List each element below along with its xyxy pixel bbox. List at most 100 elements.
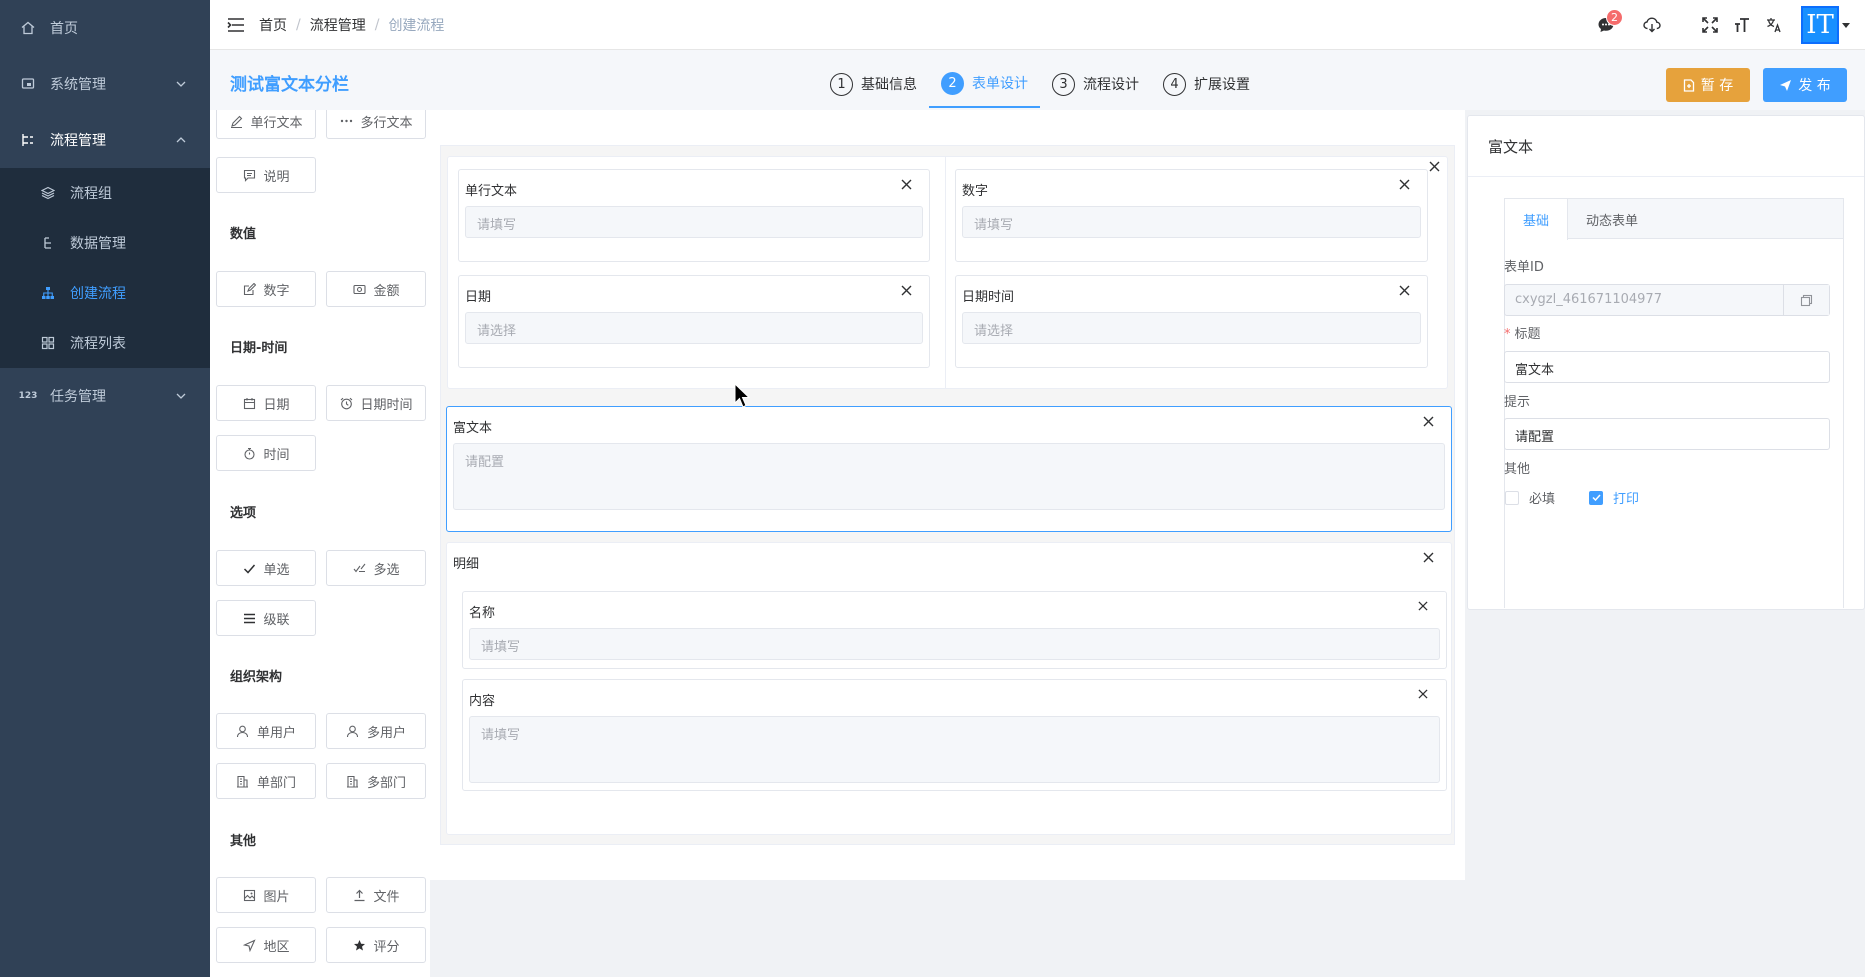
message-button[interactable]: 2 [1591,9,1623,40]
publish-button[interactable]: 发 布 [1763,68,1847,102]
palette-label: 多部门 [366,775,406,791]
field-label: 日期时间 [962,290,1015,305]
breadcrumb-separator: / [374,16,380,33]
layers-icon [40,185,56,201]
money-icon [352,282,366,296]
avatar[interactable]: IT [1800,5,1840,45]
step-number: 3 [1052,72,1075,96]
breadcrumb-separator: / [296,16,301,33]
pen-icon [229,114,243,128]
sidebar-item-task[interactable]: 123 任务管理 [0,368,210,424]
language-button[interactable] [1759,10,1789,40]
sidebar-item-label: 创建流程 [70,286,126,302]
field-label: 单行文本 [465,184,518,199]
sidebar-item-system[interactable]: 系统管理 [0,56,210,112]
palette-time[interactable]: 时间 [216,435,316,471]
home-icon [20,20,36,36]
grid-icon [40,335,56,351]
palette-label: 级联 [263,612,290,628]
print-checkbox[interactable]: 打印 [1589,488,1639,507]
org-chart-icon [40,285,56,301]
palette-date[interactable]: 日期 [216,385,316,421]
list-icon [242,611,256,625]
palette-region[interactable]: 地区 [216,927,316,963]
palette-description[interactable]: 说明 [216,157,316,193]
form-id-value: cxygzl_461671104977 [1515,292,1662,307]
palette-file[interactable]: 文件 [326,877,426,913]
sidebar-item-flow[interactable]: 流程管理 [0,112,210,168]
palette-multi-user[interactable]: 多用户 [326,713,426,749]
close-icon[interactable] [897,281,915,299]
field-rich-text[interactable]: 富文本 请配置 [446,406,1452,532]
palette-checkbox[interactable]: 多选 [326,550,426,586]
hint-field[interactable]: 请配置 [1504,418,1830,450]
field-content[interactable]: 内容 请填写 [462,679,1447,791]
palette-single-dept[interactable]: 单部门 [216,763,316,799]
palette-rating[interactable]: 评分 [326,927,426,963]
close-icon[interactable] [897,175,915,193]
field-label: 日期 [465,290,492,305]
tab-dynamic-form[interactable]: 动态表单 [1568,199,1656,239]
copy-icon[interactable] [1783,285,1829,315]
picture-icon [242,888,256,902]
palette-datetime[interactable]: 日期时间 [326,385,426,421]
field-name[interactable]: 名称 请填写 [462,591,1447,669]
sidebar-item-data-manage[interactable]: 数据管理 [0,218,210,268]
palette-multi-dept[interactable]: 多部门 [326,763,426,799]
fullscreen-button[interactable] [1695,10,1725,40]
cloud-download-button[interactable] [1637,10,1667,40]
required-asterisk: * [1504,327,1511,342]
close-icon[interactable] [1395,281,1413,299]
field-input-preview: 请填写 [469,628,1440,660]
palette-cascade[interactable]: 级联 [216,600,316,636]
user-icon [346,724,360,738]
field-datetime[interactable]: 日期时间 请选择 [955,275,1428,368]
sidebar-item-label: 流程列表 [70,336,126,352]
step-basic-info[interactable]: 1 基础信息 [818,60,929,108]
save-draft-label: 暂 存 [1700,78,1734,94]
monitor-icon [20,76,36,92]
field-number[interactable]: 数字 请填写 [955,169,1428,262]
breadcrumb-home[interactable]: 首页 [259,15,287,35]
field-single-text[interactable]: 单行文本 请填写 [458,169,930,262]
sidebar-item-flow-list[interactable]: 流程列表 [0,318,210,368]
close-icon[interactable] [1419,412,1437,430]
step-form-design[interactable]: 2 表单设计 [929,60,1040,108]
breadcrumb-flow[interactable]: 流程管理 [310,15,366,35]
palette-multi-text[interactable]: 多行文本 [326,110,426,139]
font-size-icon [1734,17,1750,33]
field-detail-table[interactable]: 明细 名称 请填写 内容 请填写 [446,542,1452,835]
close-icon[interactable] [1419,548,1437,566]
sidebar-item-home[interactable]: 首页 [0,0,210,56]
palette-single-text[interactable]: 单行文本 [216,110,316,139]
row-layout[interactable]: 单行文本 请填写 数字 请填写 日期 请选择 日期时间 请选择 [447,156,1448,389]
save-draft-button[interactable]: 暂 存 [1666,68,1750,102]
palette-number[interactable]: 数字 [216,271,316,307]
hamburger-icon[interactable] [225,14,247,36]
building-icon [346,774,360,788]
palette-single-user[interactable]: 单用户 [216,713,316,749]
required-checkbox[interactable]: 必填 [1505,488,1555,507]
palette-image[interactable]: 图片 [216,877,316,913]
sidebar-item-create-flow[interactable]: 创建流程 [0,268,210,318]
caret-down-icon[interactable] [1841,20,1851,30]
sidebar-item-flow-group[interactable]: 流程组 [0,168,210,218]
step-flow-design[interactable]: 3 流程设计 [1040,60,1151,108]
field-date[interactable]: 日期 请选择 [458,275,930,368]
close-icon[interactable] [1414,685,1432,703]
close-icon[interactable] [1414,597,1432,615]
stopwatch-icon [242,446,256,460]
step-tabs: 1 基础信息 2 表单设计 3 流程设计 4 扩展设置 [818,60,1262,110]
title-field[interactable]: 富文本 [1504,351,1830,383]
palette-amount[interactable]: 金额 [326,271,426,307]
palette-radio[interactable]: 单选 [216,550,316,586]
close-icon[interactable] [1395,175,1413,193]
step-label: 流程设计 [1083,77,1139,93]
font-size-button[interactable] [1727,10,1757,40]
form-id-field[interactable]: cxygzl_461671104977 [1504,284,1830,316]
tab-basic[interactable]: 基础 [1505,199,1569,240]
designer-header: 测试富文本分栏 1 基础信息 2 表单设计 3 流程设计 4 扩展设置 暂 存 [210,50,1865,110]
edit-box-icon [242,282,256,296]
step-extended-settings[interactable]: 4 扩展设置 [1151,60,1262,108]
palette-category-other: 其他 [230,834,257,849]
